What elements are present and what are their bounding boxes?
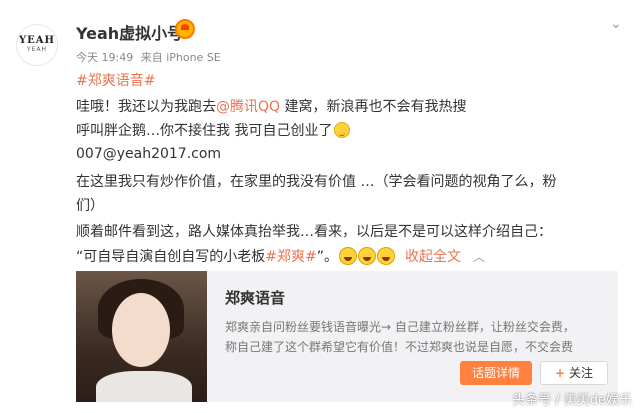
- post-text-segment: 顺着邮件看到这，路人媒体真抬举我…看来，以后是不是可以这样介绍自己：: [76, 224, 552, 240]
- hashtag-link[interactable]: #郑爽#: [265, 249, 316, 265]
- hashtag-link[interactable]: #郑爽语音#: [76, 73, 155, 89]
- topic-detail-button[interactable]: 话题详情: [460, 361, 532, 385]
- post-text-segment: 呼叫胖企鹅…你不接住我 我可自己创业了: [76, 123, 333, 139]
- avatar-logo-sub: YEAH: [26, 46, 48, 53]
- post-text-segment: 们）: [76, 198, 104, 214]
- collapse-text-link[interactable]: 收起全文: [405, 249, 461, 265]
- post-line: “可自导自演自创自写的小老板#郑爽#”。 收起全文 ︿: [76, 246, 485, 266]
- post-line: 007@yeah2017.com: [76, 146, 221, 162]
- chevron-down-icon[interactable]: ⌄: [610, 16, 622, 32]
- emoji-icon: [334, 122, 351, 138]
- vip-badge-icon: [175, 19, 195, 39]
- topic-card-desc: 郑爽亲自问粉丝要钱语音曝光→ 自己建立粉丝群，让粉丝交会费，: [225, 320, 575, 334]
- post-text-segment: ”。: [316, 249, 338, 265]
- post-text-segment: “可自导自演自创自写的小老板: [76, 249, 266, 265]
- chevron-up-icon[interactable]: ︿: [473, 250, 485, 264]
- email-text: 007@yeah2017.com: [76, 146, 222, 162]
- username[interactable]: Yeah虚拟小号: [76, 20, 183, 44]
- plus-icon: +: [554, 366, 566, 380]
- post-line: 顺着邮件看到这，路人媒体真抬举我…看来，以后是不是可以这样介绍自己：: [76, 221, 552, 241]
- post-meta: 今天 19:49 来自 iPhone SE: [76, 49, 225, 65]
- avatar-logo: YEAH: [19, 35, 55, 46]
- avatar[interactable]: YEAH YEAH: [16, 24, 58, 66]
- post-source: 来自 iPhone SE: [140, 51, 221, 64]
- post-line: 哇哦！我还以为我跑去@腾讯QQ 建窝，新浪再也不会有我热搜: [76, 96, 467, 116]
- post-text-segment: 建窝，新浪再也不会有我热搜: [280, 99, 467, 115]
- laugh-cry-icon: [339, 247, 357, 265]
- laugh-cry-icon: [358, 247, 376, 265]
- topic-card[interactable]: 郑爽语音 郑爽亲自问粉丝要钱语音曝光→ 自己建立粉丝群，让粉丝交会费， 称自己建…: [76, 271, 618, 402]
- post-line: 呼叫胖企鹅…你不接住我 我可自己创业了: [76, 120, 351, 140]
- topic-card-desc: 称自己建了这个群希望它有价值！不过郑爽也说是自愿，不交会费: [225, 340, 574, 354]
- mention-link[interactable]: @腾讯QQ: [216, 99, 280, 115]
- post-line: 们）: [76, 195, 104, 215]
- post-text-segment: 在这里我只有炒作价值，在家里的我没有价值 …（学会看问题的视角了么，粉: [76, 174, 557, 190]
- follow-button-label: 关注: [569, 366, 594, 380]
- topic-card-image: [76, 271, 207, 402]
- follow-button[interactable]: + 关注: [540, 361, 608, 385]
- post-line: 在这里我只有炒作价值，在家里的我没有价值 …（学会看问题的视角了么，粉: [76, 171, 556, 191]
- watermark: 头条号 / 美美de娱乐: [512, 393, 632, 408]
- post-hashtag-line: #郑爽语音#: [76, 70, 155, 90]
- laugh-cry-icon: [377, 247, 395, 265]
- post-text-segment: 哇哦！我还以为我跑去: [76, 99, 216, 115]
- post-time[interactable]: 今天 19:49: [76, 51, 133, 64]
- topic-card-title[interactable]: 郑爽语音: [225, 287, 285, 308]
